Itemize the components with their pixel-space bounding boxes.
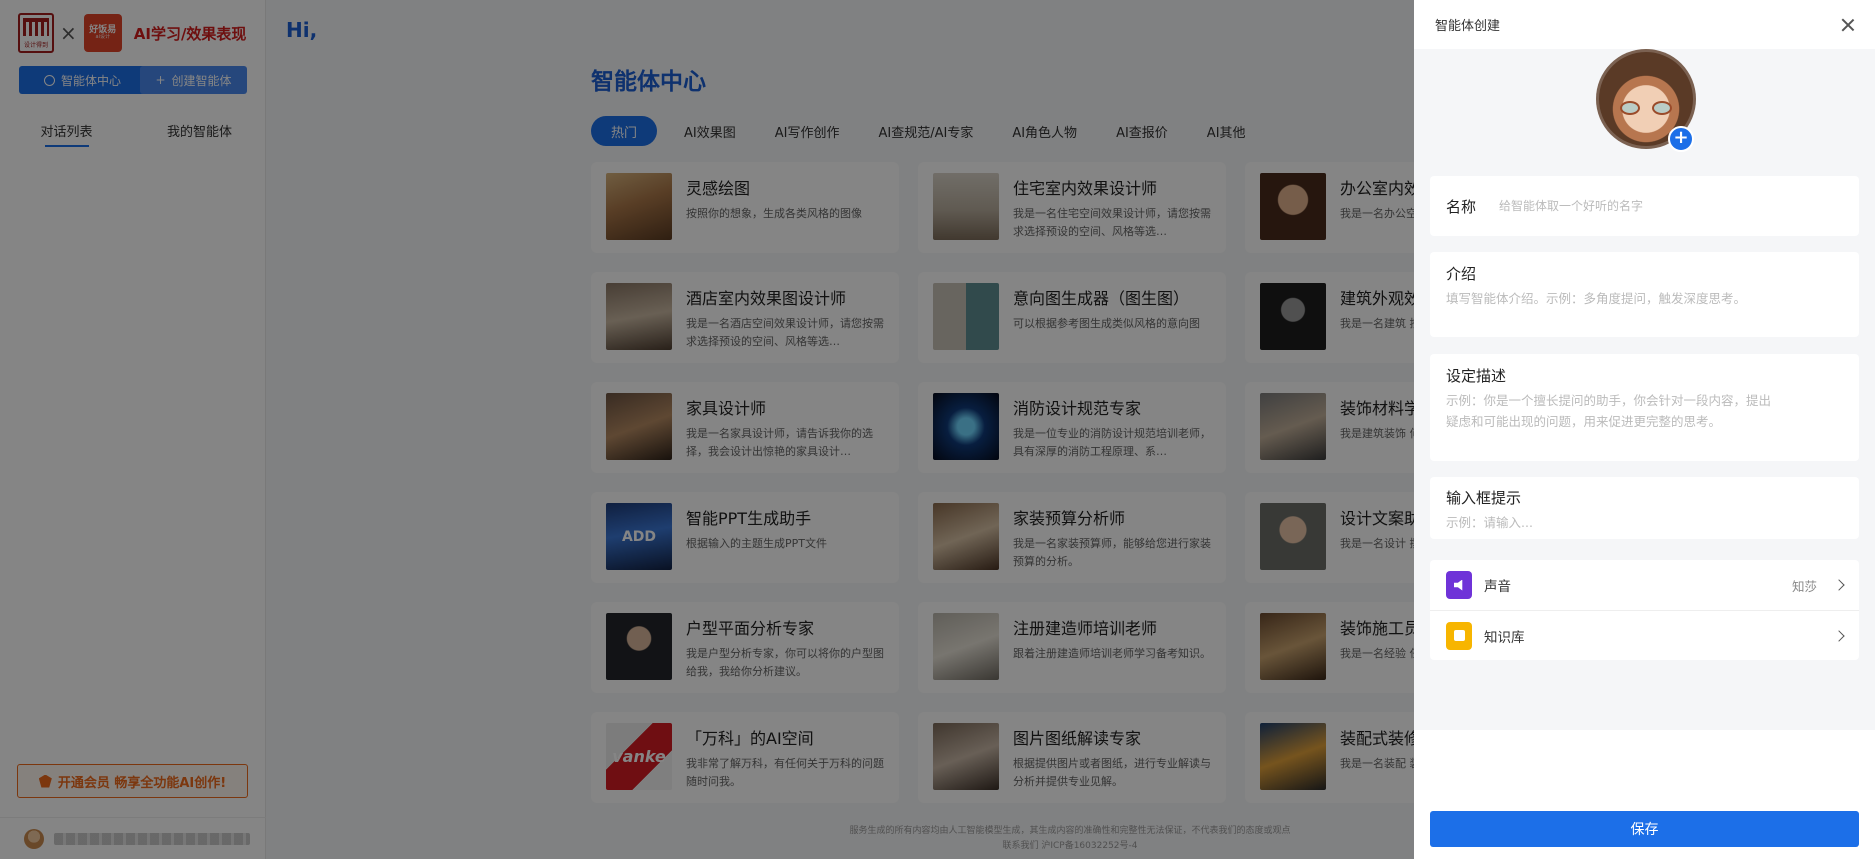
drawer-body: + 名称 介绍 填写智能体介绍。示例：多角度提问，触发深度思考。 设定描述 示例… [1414,49,1875,730]
document-icon [1446,621,1472,650]
name-input[interactable] [1499,199,1843,213]
intro-label: 介绍 [1446,265,1477,283]
input-hint-label: 输入框提示 [1446,489,1522,507]
description-label: 设定描述 [1446,367,1507,385]
drawer-header: 智能体创建 [1414,0,1875,49]
options-card: 声音 知莎 知识库 [1430,560,1859,660]
intro-field-card[interactable]: 介绍 填写智能体介绍。示例：多角度提问，触发深度思考。 [1430,252,1859,337]
voice-label: 声音 [1484,579,1511,595]
chevron-right-icon [1833,629,1845,642]
description-input[interactable]: 示例：你是一个擅长提问的助手，你会针对一段内容，提出疑虑和可能出现的问题，用来促… [1446,390,1776,432]
intro-input[interactable]: 填写智能体介绍。示例：多角度提问，触发深度思考。 [1446,288,1776,309]
input-hint-input[interactable]: 示例：请输入... [1446,512,1776,533]
save-button[interactable]: 保存 [1430,811,1859,847]
add-avatar-button[interactable]: + [1668,126,1694,152]
input-hint-field-card[interactable]: 输入框提示 示例：请输入... [1430,477,1859,539]
description-field-card[interactable]: 设定描述 示例：你是一个擅长提问的助手，你会针对一段内容，提出疑虑和可能出现的问… [1430,354,1859,461]
drawer-title: 智能体创建 [1435,19,1501,34]
voice-value: 知莎 [1791,578,1817,594]
knowledge-base-setting[interactable]: 知识库 [1430,610,1859,660]
speaker-icon [1446,571,1472,599]
name-label: 名称 [1446,197,1477,216]
close-icon[interactable] [1841,18,1855,32]
knowledge-base-label: 知识库 [1484,629,1525,646]
chevron-right-icon [1833,579,1845,591]
create-agent-drawer: 智能体创建 + 名称 介绍 填写智能体介绍。示例：多角度提问，触发深度思考。 设… [1414,0,1875,859]
glasses-icon [1620,101,1672,115]
voice-setting[interactable]: 声音 知莎 [1430,560,1859,610]
name-field-card: 名称 [1430,176,1859,236]
